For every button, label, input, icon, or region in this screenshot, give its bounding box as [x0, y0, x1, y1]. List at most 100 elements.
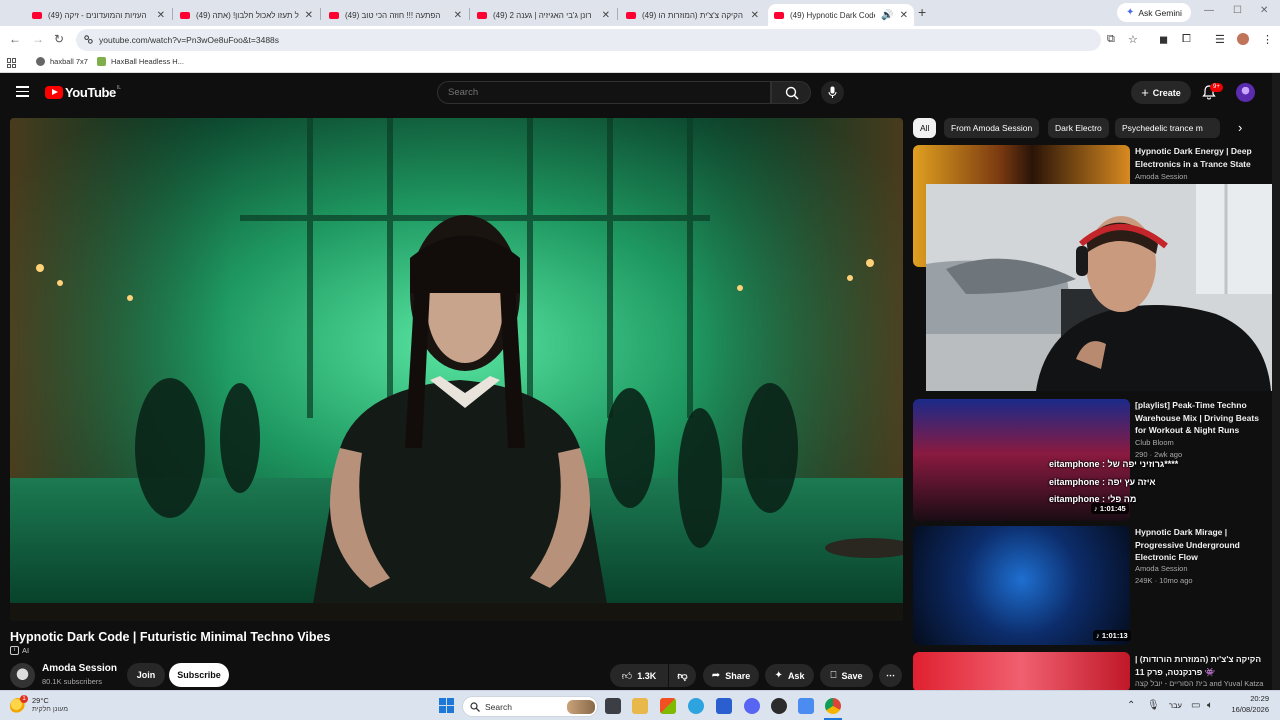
volume-icon[interactable]: 🔈︎: [1207, 700, 1213, 711]
close-tab-icon[interactable]: ✕: [602, 10, 610, 21]
apps-grid-icon[interactable]: [7, 58, 17, 68]
new-tab-button[interactable]: +: [918, 4, 926, 20]
close-tab-icon[interactable]: ✕: [454, 10, 462, 21]
store-icon[interactable]: [716, 698, 732, 714]
browser-tab[interactable]: (49) הקיקה צ'צ'ית (המוזרות הו ✕: [620, 4, 765, 26]
task-view-icon[interactable]: [605, 698, 621, 714]
reload-icon[interactable]: ↻: [54, 32, 64, 46]
tab-search-icon[interactable]: ☰: [1215, 33, 1225, 46]
discord-icon[interactable]: [744, 698, 760, 714]
account-avatar[interactable]: [1236, 83, 1255, 102]
close-tab-icon[interactable]: ✕: [751, 10, 759, 21]
channel-avatar[interactable]: [10, 663, 35, 688]
channel-name[interactable]: Amoda Session: [42, 663, 117, 674]
video-duration: ♪ 1:01:13: [1093, 630, 1131, 641]
recommendation-title[interactable]: הקיקה צ'צ'ית (המוזרות הורודות) | פרנקנטה…: [1135, 653, 1270, 678]
microsoft-365-icon[interactable]: [660, 698, 676, 714]
search-button[interactable]: [771, 81, 811, 104]
recommendation-channel[interactable]: Amoda Session: [1135, 172, 1188, 181]
recommendation-channel[interactable]: בית הסוריים - יובל קצה and Yuval Katza: [1135, 679, 1270, 688]
recommendation-channel[interactable]: Amoda Session: [1135, 564, 1188, 573]
microphone-tray-icon[interactable]: 🎙︎: [1147, 700, 1160, 711]
like-button[interactable]: 👍︎ 1.3K: [610, 664, 668, 687]
app-icon[interactable]: [771, 698, 787, 714]
youtube-logo[interactable]: YouTube IL: [45, 85, 121, 100]
more-actions-button[interactable]: ⋯: [879, 664, 902, 687]
video-player[interactable]: [10, 118, 903, 621]
profile-avatar-icon[interactable]: [1237, 33, 1249, 45]
recommendation-title[interactable]: [playlist] Peak-Time Techno Warehouse Mi…: [1135, 399, 1270, 437]
browser-tab-active[interactable]: (49) Hypnotic Dark Code | F 🔊 ✕: [768, 4, 914, 26]
browser-tab[interactable]: העזיות והמועדונים - זיקה (49) ✕: [26, 4, 171, 26]
clock-time[interactable]: 20:29: [1223, 694, 1269, 703]
join-button[interactable]: Join: [127, 663, 165, 687]
youtube-favicon-icon: [180, 11, 190, 19]
site-info-icon[interactable]: [83, 34, 94, 45]
browser-toolbar: ← → ↻ youtube.com/watch?v=Pn3wOe8uFoo&t=…: [0, 26, 1280, 53]
video-frame-image: [10, 118, 903, 621]
network-icon[interactable]: ▭: [1191, 700, 1200, 711]
chip-psychedelic-trance[interactable]: Psychedelic trance m: [1115, 118, 1220, 138]
save-button[interactable]: ⎕ Save: [820, 664, 873, 687]
chevron-right-icon[interactable]: ›: [1238, 120, 1242, 135]
bookmark-item[interactable]: haxball 7x7: [36, 57, 88, 66]
extension-icon[interactable]: ◼: [1159, 33, 1168, 46]
browser-tab[interactable]: הפתעה !!! חוזה הכי טוב (49) ✕: [323, 4, 468, 26]
recommendation-thumbnail[interactable]: [913, 652, 1130, 690]
page-scrollbar[interactable]: [1272, 73, 1280, 690]
browser-tab[interactable]: (49) רונן ג'בי האגיזיה | גענה 2 ✕: [471, 4, 616, 26]
chip-from-channel[interactable]: From Amoda Session: [944, 118, 1040, 138]
ask-button[interactable]: ✦ Ask: [765, 664, 814, 687]
chip-all[interactable]: All: [913, 118, 937, 138]
dislike-button[interactable]: 👎︎: [669, 664, 696, 687]
cast-icon[interactable]: ⧉: [1107, 33, 1115, 46]
create-button[interactable]: + Create: [1131, 81, 1191, 104]
weather-temperature[interactable]: 29°C: [32, 696, 49, 705]
weather-description[interactable]: מעונן חלקית: [32, 706, 68, 713]
subscribe-button[interactable]: Subscribe: [169, 663, 229, 687]
windows-start-icon[interactable]: [439, 698, 454, 713]
extensions-puzzle-icon[interactable]: ⧠: [1182, 33, 1191, 46]
address-bar[interactable]: youtube.com/watch?v=Pn3wOe8uFoo&t=3488s: [76, 29, 1101, 51]
close-tab-icon[interactable]: ✕: [157, 10, 165, 21]
ask-label: Ask: [787, 670, 805, 681]
search-box[interactable]: [437, 81, 771, 104]
file-explorer-icon[interactable]: [632, 698, 648, 714]
chrome-icon[interactable]: [825, 698, 841, 714]
bookmark-item[interactable]: HaxBall Headless H...: [97, 57, 184, 66]
bookmark-star-icon[interactable]: ☆: [1128, 33, 1138, 46]
close-tab-icon[interactable]: ✕: [305, 10, 313, 21]
minimize-icon[interactable]: —: [1204, 5, 1214, 16]
chip-dark-electro[interactable]: Dark Electro: [1048, 118, 1109, 138]
maximize-icon[interactable]: ☐: [1233, 5, 1242, 16]
thumbs-up-icon: 👍︎: [621, 670, 633, 682]
back-arrow-icon[interactable]: ←: [9, 32, 21, 46]
browser-tab[interactable]: (49) אל תעזו לאכול חלבון! (אתה ✕: [174, 4, 319, 26]
edge-icon[interactable]: [688, 698, 704, 714]
taskbar-search-box[interactable]: Search: [462, 696, 598, 717]
recommendation-thumbnail[interactable]: [913, 526, 1130, 645]
app-icon[interactable]: [798, 698, 814, 714]
clock-date[interactable]: 16/08/2026: [1223, 705, 1269, 714]
input-language[interactable]: עבר: [1169, 701, 1182, 710]
speaker-icon[interactable]: 🔊: [881, 10, 893, 21]
menu-dots-icon[interactable]: ⋮: [1262, 33, 1273, 46]
share-button[interactable]: ➦ Share: [703, 664, 759, 687]
close-tab-icon[interactable]: ✕: [900, 10, 908, 21]
tab-title: הפתעה !!! חוזה הכי טוב (49): [345, 10, 441, 20]
subscriber-count: 80.1K subscribers: [42, 677, 103, 686]
url-text[interactable]: youtube.com/watch?v=Pn3wOe8uFoo&t=3488s: [99, 35, 279, 45]
voice-search-button[interactable]: [821, 81, 844, 104]
duration-label: ♪ 1:01:45: [1094, 504, 1126, 513]
share-label: Share: [725, 670, 751, 681]
hamburger-menu-icon[interactable]: [16, 86, 29, 97]
forward-arrow-icon[interactable]: →: [32, 32, 44, 46]
recommendation-title[interactable]: Hypnotic Dark Energy | Deep Electronics …: [1135, 145, 1270, 170]
show-hidden-icons-icon[interactable]: ⌃: [1127, 700, 1135, 711]
ask-gemini-button[interactable]: ✦ Ask Gemini: [1117, 3, 1191, 22]
recommendation-title[interactable]: Hypnotic Dark Mirage | Progressive Under…: [1135, 526, 1270, 564]
search-input[interactable]: [448, 87, 758, 98]
close-window-icon[interactable]: ✕: [1260, 5, 1268, 16]
windows-taskbar: 1 29°C מעונן חלקית Search ⌃ 🎙︎ עבר ▭ 🔈︎ …: [0, 690, 1280, 720]
recommendation-channel[interactable]: Club Bloom: [1135, 438, 1174, 447]
